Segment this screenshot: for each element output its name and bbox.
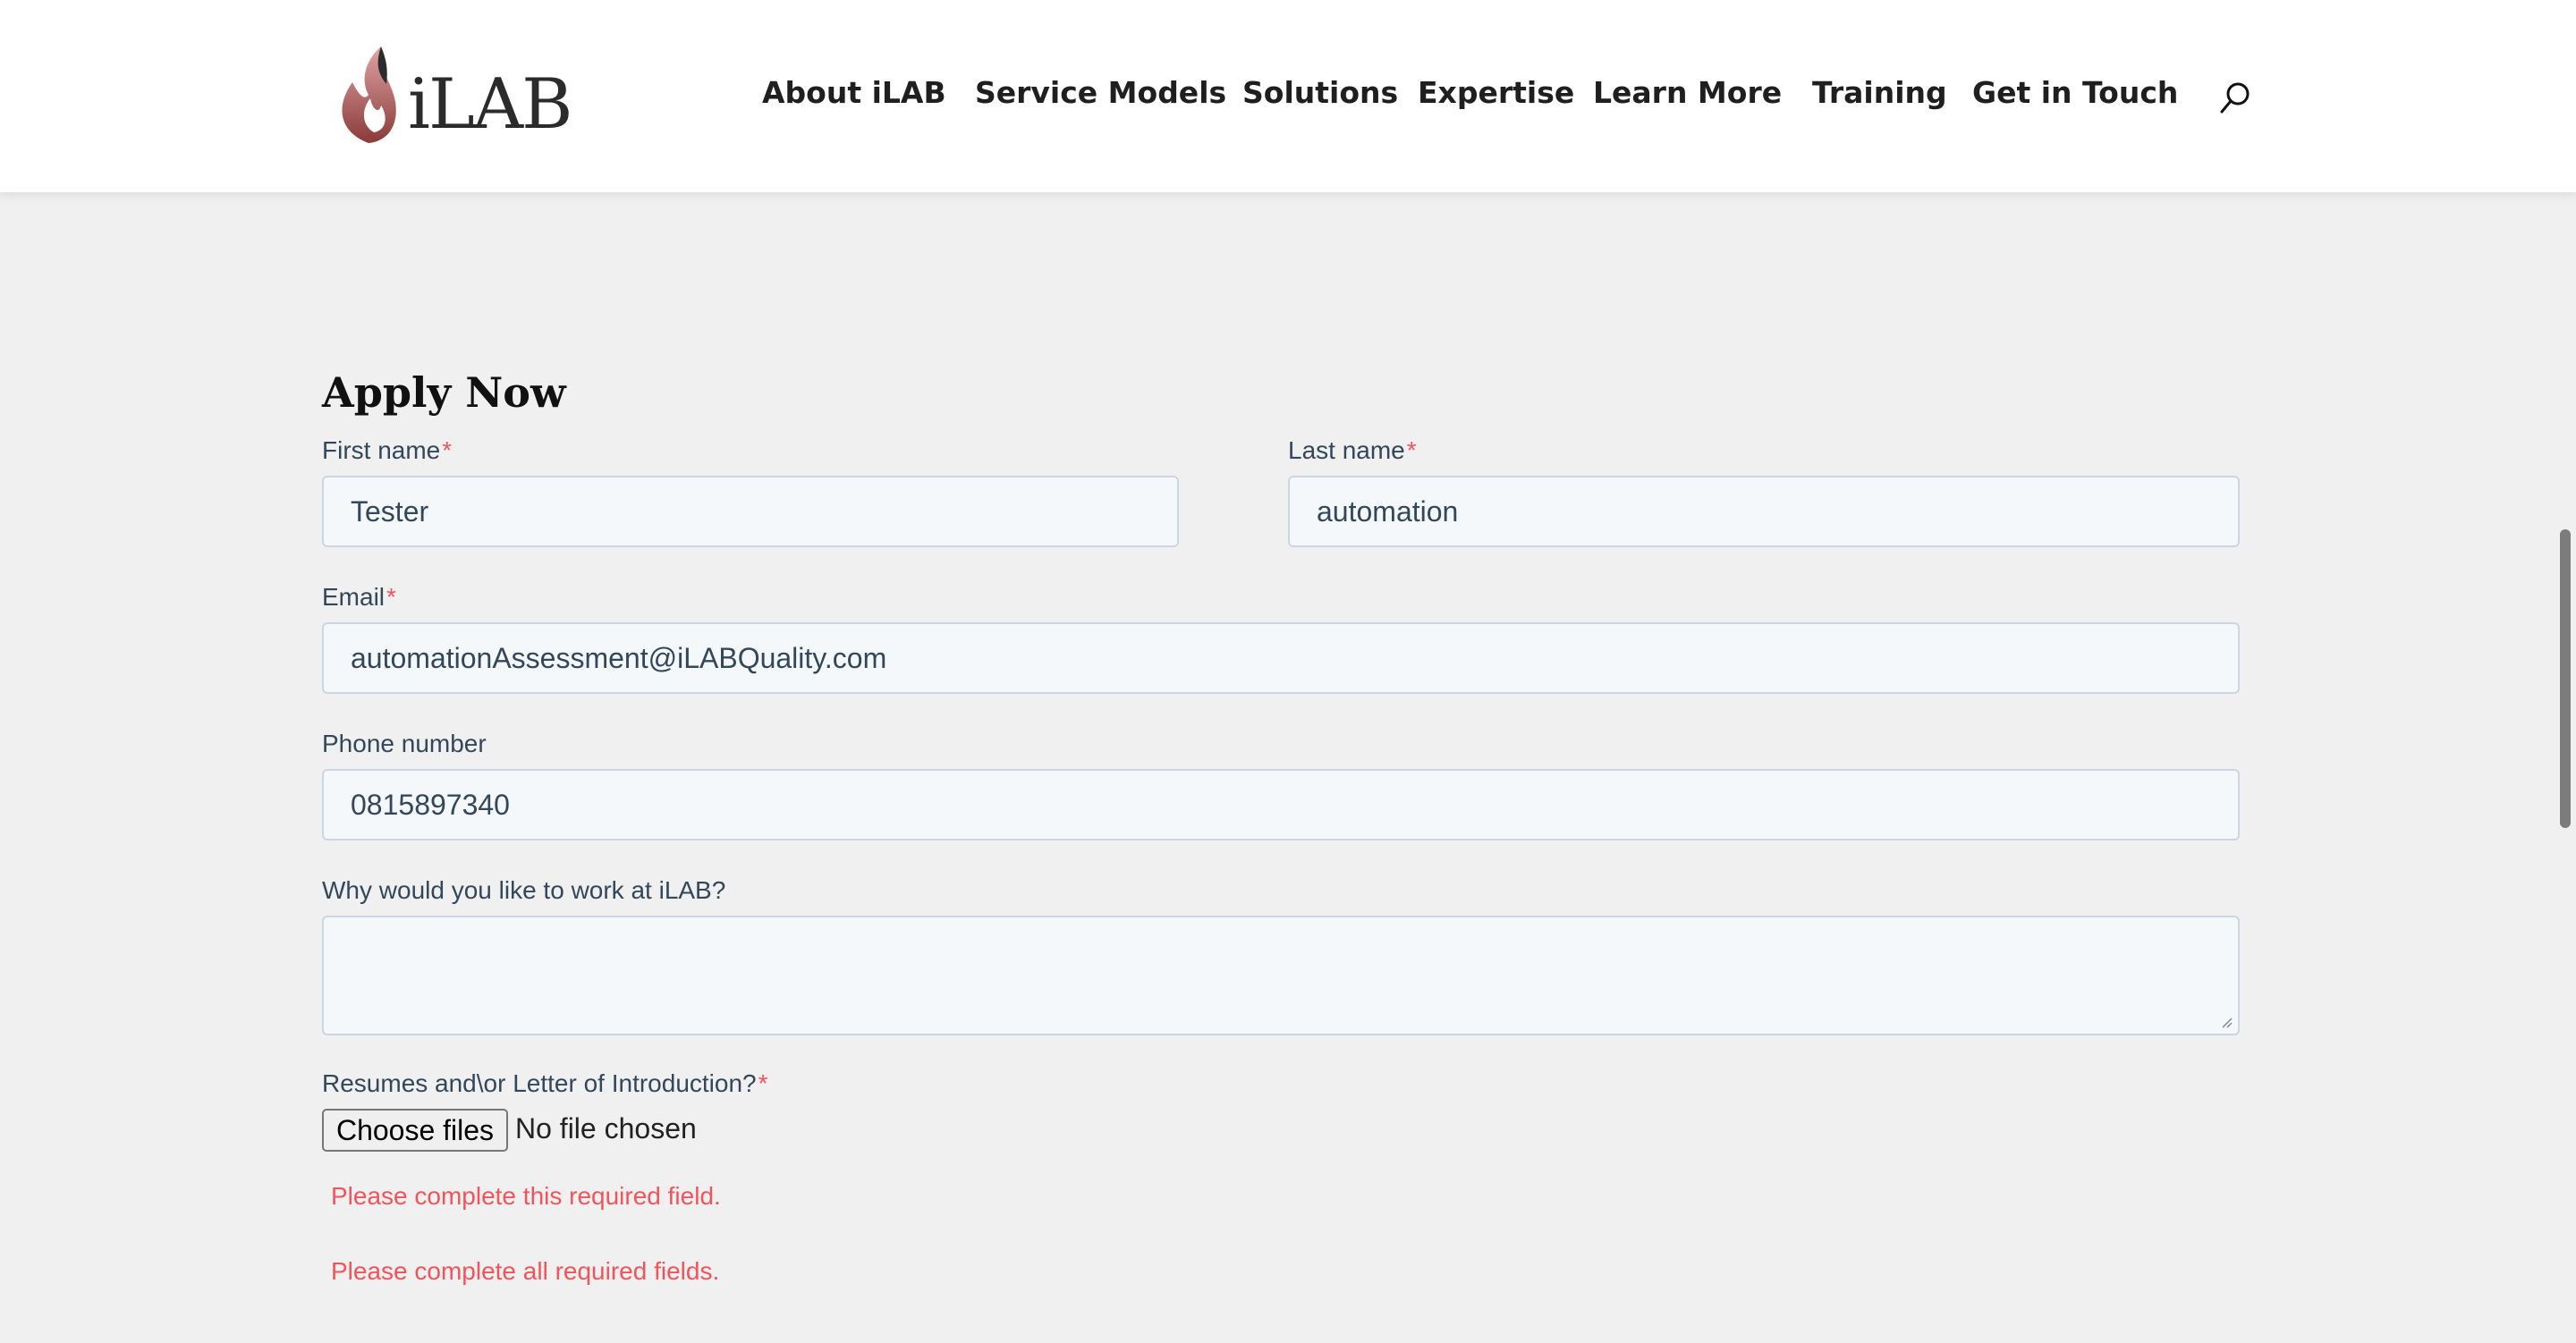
flame-icon (342, 46, 396, 143)
required-mark: * (758, 1069, 768, 1097)
last-name-input[interactable]: automation (1288, 476, 2240, 547)
first-name-value: Tester (351, 494, 429, 528)
last-name-value: automation (1317, 494, 1459, 528)
file-status: No file chosen (515, 1112, 697, 1145)
choose-files-button[interactable]: Choose files (322, 1109, 508, 1152)
why-textarea[interactable] (322, 916, 2240, 1035)
why-label: Why would you like to work at iLAB? (322, 876, 725, 905)
required-mark: * (442, 436, 453, 464)
resume-label-text: Resumes and\or Letter of Introduction? (322, 1069, 757, 1097)
phone-label: Phone number (322, 730, 487, 758)
ilab-logo[interactable]: iLAB (333, 43, 583, 150)
email-value: automationAssessment@iLABQuality.com (351, 641, 887, 674)
logo-wordmark: iLAB (408, 64, 572, 145)
phone-value: 0815897340 (351, 788, 510, 821)
required-mark: * (1406, 436, 1417, 464)
resume-label: Resumes and\or Letter of Introduction?* (322, 1069, 768, 1098)
search-icon[interactable] (2218, 80, 2254, 115)
nav-expertise[interactable]: Expertise (1418, 75, 1574, 110)
email-input[interactable]: automationAssessment@iLABQuality.com (322, 622, 2240, 694)
nav-get-in-touch[interactable]: Get in Touch (1972, 75, 2178, 110)
nav-service-models[interactable]: Service Models (975, 75, 1226, 110)
required-mark: * (386, 583, 396, 611)
resize-handle-icon[interactable] (2218, 1014, 2233, 1028)
last-name-label: Last name* (1288, 436, 1417, 465)
nav-learn-more[interactable]: Learn More (1593, 75, 1782, 110)
email-label: Email* (322, 583, 396, 612)
scrollbar-thumb[interactable] (2560, 529, 2571, 828)
nav-about[interactable]: About iLAB (762, 75, 946, 110)
form-title: Apply Now (322, 368, 566, 417)
form-error-message: Please complete all required fields. (331, 1257, 720, 1285)
phone-input[interactable]: 0815897340 (322, 769, 2240, 840)
why-label-text: Why would you like to work at iLAB? (322, 876, 726, 904)
first-name-input[interactable]: Tester (322, 476, 1179, 547)
last-name-label-text: Last name (1288, 436, 1405, 464)
email-label-text: Email (322, 583, 386, 611)
nav-solutions[interactable]: Solutions (1242, 75, 1398, 110)
nav-training[interactable]: Training (1812, 75, 1947, 110)
first-name-label-text: First name (322, 436, 441, 464)
first-name-label: First name* (322, 436, 452, 465)
phone-label-text: Phone number (322, 730, 487, 757)
field-error-message: Please complete this required field. (331, 1182, 721, 1210)
site-header: iLAB About iLAB Service Models Solutions… (0, 0, 2576, 192)
